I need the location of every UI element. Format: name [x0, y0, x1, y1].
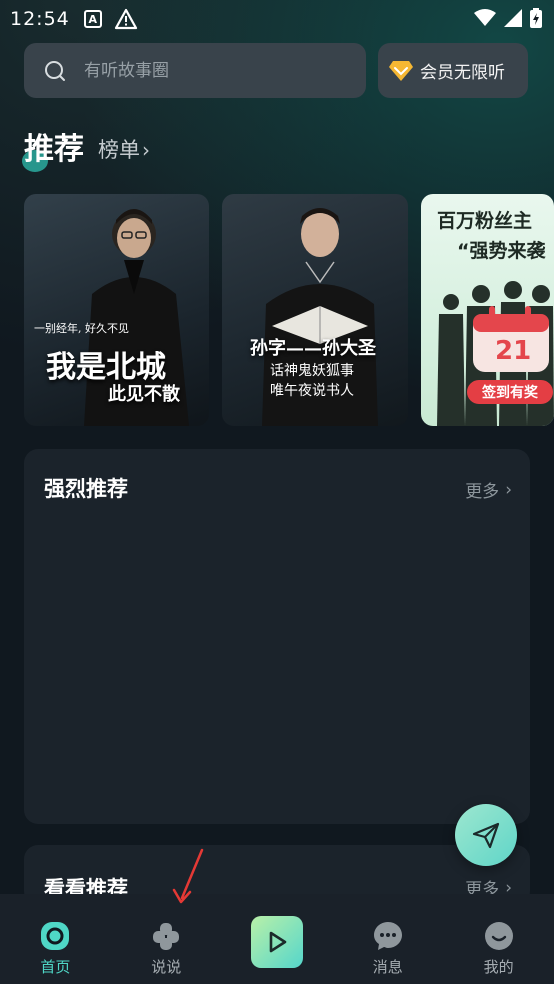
- message-icon: [373, 922, 402, 950]
- chevron-right-icon: ›: [505, 479, 512, 500]
- flower-icon: [153, 923, 180, 950]
- banner-2-title: 孙字——孙大圣: [250, 338, 376, 359]
- nav-mine[interactable]: 我的: [443, 894, 554, 984]
- nav-home-label: 首页: [40, 958, 71, 976]
- chevron-right-icon: ›: [142, 138, 150, 162]
- banner-1-tagline: 一别经年, 好久不见: [34, 322, 129, 335]
- play-button[interactable]: [250, 916, 303, 968]
- nav-messages[interactable]: 消息: [332, 894, 443, 984]
- signal-icon: [504, 9, 522, 27]
- banner-card-1[interactable]: 一别经年, 好久不见 我是北城 此见不散: [24, 194, 209, 426]
- diamond-icon: [389, 60, 413, 81]
- search-bar[interactable]: [24, 43, 366, 98]
- paper-plane-icon: [472, 822, 500, 849]
- warning-icon: [114, 8, 137, 30]
- status-time: 12:54: [10, 8, 70, 30]
- battery-icon: [530, 8, 542, 28]
- nav-shuoshuo[interactable]: 说说: [111, 894, 222, 984]
- vip-button[interactable]: 会员无限听: [378, 43, 528, 98]
- banner-card-3[interactable]: 百万粉丝主 “强势来袭 21 签到有奖: [421, 194, 554, 426]
- profile-icon: [484, 922, 513, 950]
- nav-mine-label: 我的: [483, 958, 514, 976]
- vip-label: 会员无限听: [420, 63, 505, 83]
- checkin-badge: 签到有奖: [467, 380, 553, 404]
- banner-2-line2: 唯午夜说书人: [270, 383, 354, 399]
- nav-play[interactable]: [222, 894, 333, 984]
- tab-recommend[interactable]: 推荐: [22, 124, 84, 172]
- nav-shuoshuo-label: 说说: [151, 958, 182, 976]
- section-card-strong-recommend: 强烈推荐 更多 ›: [24, 449, 530, 824]
- a-icon: A: [83, 10, 102, 28]
- banner-1-subtitle: 此见不散: [108, 384, 180, 405]
- content-tabs: 推荐 榜单 ›: [22, 128, 150, 172]
- publish-fab-button[interactable]: [455, 804, 517, 866]
- banner-card-2[interactable]: 孙字——孙大圣 话神鬼妖狐事 唯午夜说书人: [222, 194, 408, 426]
- wifi-icon: [474, 9, 496, 26]
- calendar-day: 21: [495, 336, 532, 366]
- bottom-navigation: 首页 说说 消息 我的: [0, 894, 554, 984]
- nav-messages-label: 消息: [372, 958, 403, 976]
- status-right: [474, 8, 542, 28]
- banner-2-line1: 话神鬼妖狐事: [270, 363, 354, 379]
- search-icon: [45, 60, 65, 81]
- play-icon: [269, 931, 287, 953]
- status-bar: 12:54 A: [0, 0, 554, 38]
- tab-recommend-label: 推荐: [24, 132, 84, 167]
- section-title: 强烈推荐: [44, 477, 128, 501]
- tab-ranking[interactable]: 榜单: [98, 134, 140, 164]
- search-input[interactable]: [84, 60, 344, 81]
- more-link[interactable]: 更多 ›: [465, 477, 512, 503]
- more-label: 更多: [465, 482, 500, 502]
- annotation-arrow-icon: [172, 848, 204, 904]
- home-icon: [41, 922, 70, 950]
- nav-home[interactable]: 首页: [0, 894, 111, 984]
